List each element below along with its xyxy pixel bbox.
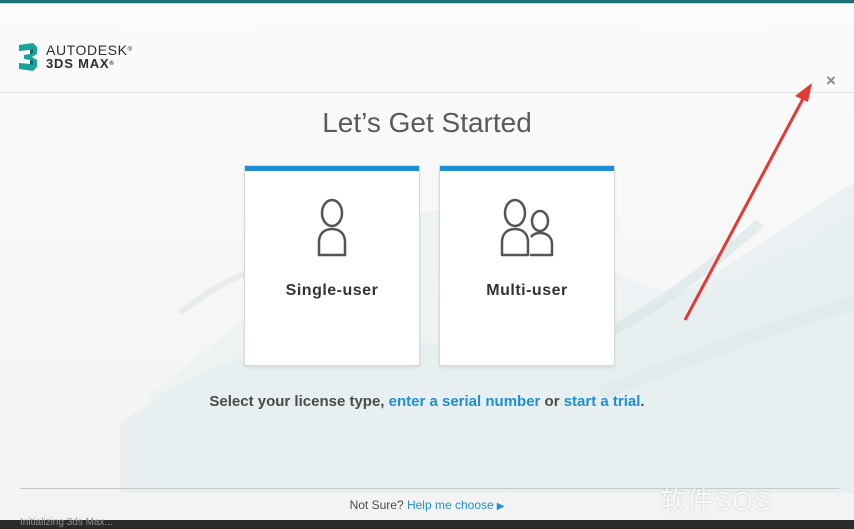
- product-wordmark: AUTODESK® 3DS MAX®: [46, 43, 133, 71]
- license-prompt: Select your license type, enter a serial…: [0, 393, 854, 410]
- multi-user-icon: [500, 198, 554, 257]
- enter-serial-number-link[interactable]: enter a serial number: [389, 393, 541, 410]
- autodesk-logo: AUTODESK® 3DS MAX®: [17, 42, 133, 72]
- start-trial-link[interactable]: start a trial: [564, 393, 641, 410]
- product-name: 3DS MAX®: [46, 56, 115, 71]
- single-user-icon: [317, 198, 347, 257]
- background-art: [120, 183, 854, 493]
- prompt-middle: or: [540, 393, 564, 410]
- prompt-prefix: Select your license type,: [209, 393, 389, 410]
- play-arrow-icon: ▶: [496, 501, 505, 512]
- single-user-option[interactable]: Single-user: [245, 166, 419, 365]
- watermark-text: 软件SOS: [660, 486, 772, 516]
- single-user-label: Single-user: [285, 282, 379, 299]
- prompt-suffix: .: [640, 393, 645, 410]
- 3ds-max-logo-icon: [19, 43, 37, 71]
- license-dialog: AUTODESK® 3DS MAX® × Let’s Get Started S…: [0, 0, 854, 520]
- header-bar: AUTODESK® 3DS MAX® ×: [0, 22, 854, 93]
- close-button[interactable]: ×: [822, 72, 840, 90]
- window-top-divider: [0, 3, 854, 4]
- status-text: Initializing 3ds Max...: [20, 517, 113, 528]
- multi-user-label: Multi-user: [486, 282, 568, 299]
- brand-name: AUTODESK®: [46, 42, 133, 58]
- help-me-choose-link[interactable]: Help me choose: [407, 498, 494, 512]
- not-sure-text: Not Sure?: [349, 498, 404, 512]
- page-title: Let’s Get Started: [322, 107, 532, 138]
- multi-user-option[interactable]: Multi-user: [440, 166, 614, 365]
